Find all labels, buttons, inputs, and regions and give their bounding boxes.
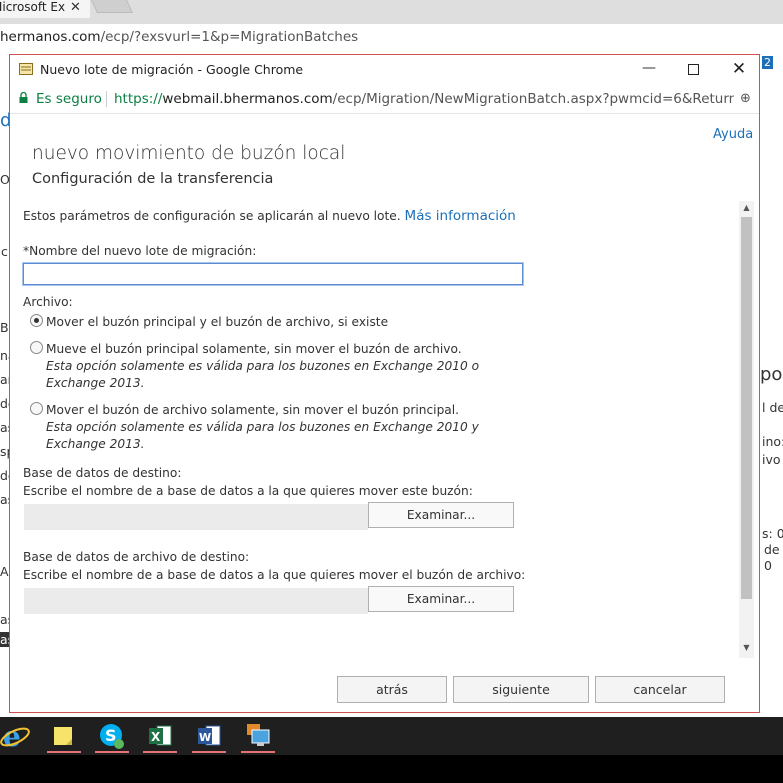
archive-option-note: Esta opción solamente es válida para los…: [46, 420, 479, 434]
next-button[interactable]: siguiente: [453, 676, 589, 703]
word-icon[interactable]: W: [189, 717, 229, 755]
popup-address-bar[interactable]: Es seguro https://webmail.bhermanos.com/…: [10, 85, 759, 114]
archive-database-help: Escribe el nombre de a base de datos a l…: [23, 568, 526, 582]
archive-option-radio[interactable]: [30, 402, 43, 415]
dialog-subtitle: Configuración de la transferencia: [32, 171, 274, 187]
archive-label: Archivo:: [23, 295, 73, 309]
new-tab-button[interactable]: [90, 0, 134, 13]
batch-name-label: *Nombre del nuevo lote de migración:: [23, 244, 257, 258]
maximize-icon: [688, 64, 699, 75]
window-title: Nuevo lote de migración - Google Chrome: [40, 62, 304, 77]
taskbar-indicator: [143, 751, 177, 753]
internet-explorer-icon-graphic: e: [0, 720, 30, 753]
more-info-link[interactable]: Más información: [405, 208, 516, 224]
remote-desktop-icon[interactable]: [238, 717, 278, 755]
taskbar-indicator: [47, 751, 81, 753]
desktop-strip: [0, 755, 783, 783]
background-text-fragment: ivo c: [762, 452, 783, 467]
background-text-fragment: po: [760, 364, 783, 385]
skype-icon-graphic: S: [100, 724, 124, 749]
archive-option-label[interactable]: Mueve el buzón principal solamente, sin …: [46, 342, 462, 356]
intro-text: Estos parámetros de configuración se apl…: [23, 208, 516, 224]
document-window-icon: [19, 63, 33, 75]
sticky-notes-icon-graphic: [54, 727, 72, 745]
popup-url[interactable]: https://webmail.bhermanos.com/ecp/Migrat…: [114, 91, 734, 107]
close-window-button[interactable]: ✕: [725, 56, 753, 82]
browse-archive-database-button[interactable]: Examinar...: [368, 586, 514, 612]
cancel-button[interactable]: cancelar: [595, 676, 725, 703]
sticky-notes-icon[interactable]: [44, 717, 84, 755]
internet-explorer-icon[interactable]: e: [0, 717, 36, 755]
window-title-bar[interactable]: Nuevo lote de migración - Google Chrome …: [10, 55, 759, 85]
dialog-title: nuevo movimiento de buzón local: [32, 143, 346, 164]
taskbar-indicator: [95, 751, 129, 753]
popup-window: Nuevo lote de migración - Google Chrome …: [9, 54, 760, 713]
archive-database-label: Base de datos de archivo de destino:: [23, 550, 250, 564]
archive-option-note: Exchange 2013.: [46, 437, 145, 451]
back-button[interactable]: atrás: [337, 676, 447, 703]
minimize-button[interactable]: —: [635, 56, 663, 82]
word-icon-graphic: W: [198, 725, 221, 746]
batch-name-input[interactable]: [23, 263, 523, 285]
archive-option-label[interactable]: Mover el buzón de archivo solamente, sin…: [46, 403, 459, 417]
background-url[interactable]: hermanos.com/ecp/?exsvurl=1&p=MigrationB…: [0, 29, 358, 45]
background-badge: 2: [762, 56, 773, 69]
svg-text:X: X: [151, 730, 161, 744]
target-database-label: Base de datos de destino:: [23, 466, 182, 480]
maximize-button[interactable]: [680, 56, 708, 82]
taskbar: e S X W: [0, 717, 783, 755]
lock-icon: [19, 92, 28, 103]
scroll-down-icon[interactable]: ▼: [739, 643, 754, 655]
scroll-up-icon[interactable]: ▲: [739, 203, 754, 215]
remote-desktop-icon-graphic: [247, 724, 270, 746]
archive-option-radio[interactable]: [30, 314, 43, 327]
background-text-fragment: ino:: [762, 434, 783, 449]
background-text-fragment: 0: [764, 558, 772, 573]
skype-icon[interactable]: S: [92, 717, 132, 755]
archive-database-field[interactable]: [24, 588, 368, 614]
background-tab-close-icon[interactable]: ✕: [70, 0, 81, 15]
target-database-field[interactable]: [24, 504, 368, 530]
archive-option-note: Exchange 2013.: [46, 376, 145, 390]
zoom-icon[interactable]: ⊕: [740, 91, 751, 106]
scroll-thumb[interactable]: [741, 217, 752, 599]
address-separator: [106, 91, 107, 107]
background-text-fragment: s: 0 c: [762, 526, 783, 541]
taskbar-indicator: [192, 751, 226, 753]
taskbar-indicator: [241, 751, 275, 753]
background-tab-title: Microsoft Ex: [0, 0, 66, 14]
excel-icon-graphic: X: [149, 725, 172, 746]
browse-target-database-button[interactable]: Examinar...: [368, 502, 514, 528]
archive-option-label[interactable]: Mover el buzón principal y el buzón de a…: [46, 315, 388, 329]
background-text-fragment: lic: [0, 244, 8, 259]
intro-sentence: Estos parámetros de configuración se apl…: [23, 209, 401, 223]
target-database-help: Escribe el nombre de a base de datos a l…: [23, 484, 473, 498]
dialog-scrollbar[interactable]: ▲ ▼: [739, 201, 754, 658]
secure-indicator[interactable]: Es seguro: [36, 91, 102, 107]
help-link[interactable]: Ayuda: [713, 127, 753, 142]
svg-text:W: W: [199, 731, 211, 744]
archive-option-note: Esta opción solamente es válida para los…: [46, 359, 480, 373]
background-text-fragment: de: [764, 542, 780, 557]
background-text-fragment: l de: [762, 400, 783, 415]
excel-icon[interactable]: X: [140, 717, 180, 755]
archive-option-radio[interactable]: [30, 341, 43, 354]
